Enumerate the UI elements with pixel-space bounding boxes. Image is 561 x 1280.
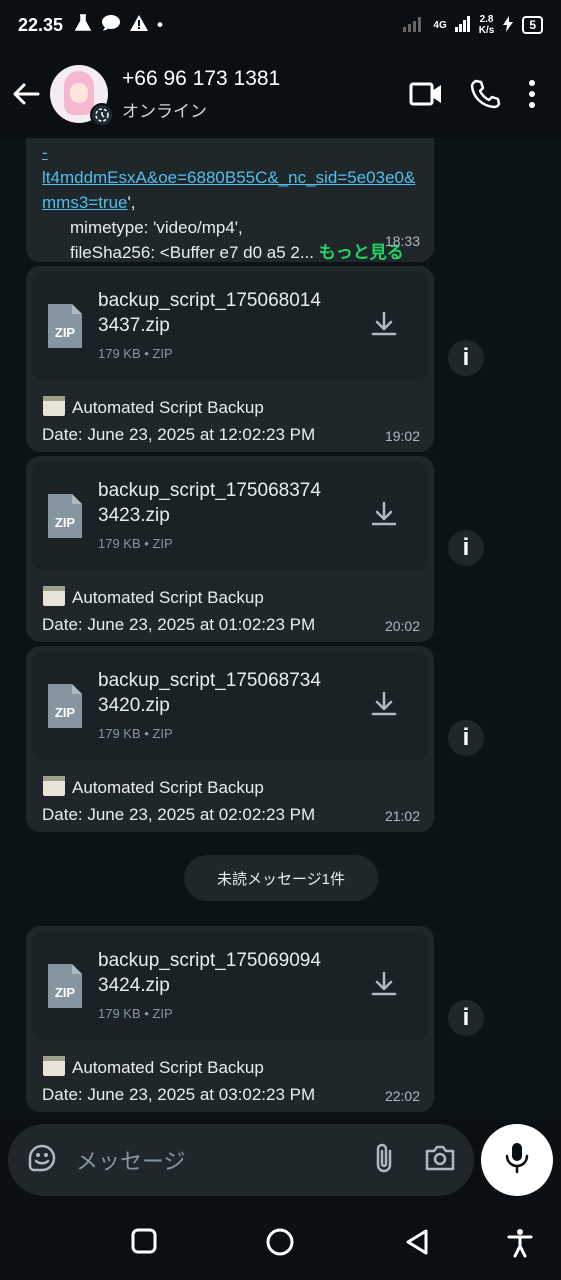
attachment-icon[interactable] (372, 1141, 396, 1180)
home-icon[interactable] (266, 1228, 294, 1261)
phone-call-icon[interactable] (469, 78, 501, 110)
zip-file-icon: ZIP (46, 962, 84, 1010)
unread-messages-divider: 未読メッセージ1件 (184, 855, 378, 901)
file-meta: 179 KB • ZIP (98, 1006, 173, 1021)
message-line: fileSha256: <Buffer e7 d0 a5 2... もっと見る (70, 243, 404, 262)
download-icon[interactable] (370, 500, 398, 533)
recent-apps-icon[interactable] (131, 1228, 157, 1259)
contact-info[interactable]: +66 96 173 1381 オンライン (122, 67, 409, 122)
video-call-icon[interactable] (409, 81, 443, 107)
svg-text:ZIP: ZIP (55, 325, 76, 340)
status-bar: 22.35 • 4G 2.8 K/s 5 (0, 0, 561, 50)
file-meta: 179 KB • ZIP (98, 536, 173, 551)
message-bubble-text[interactable]: -lt4mddmEsxA&oe=6880B55C&_nc_sid=5e03e0&… (26, 138, 434, 262)
back-arrow-icon[interactable] (10, 78, 42, 110)
calendar-icon (42, 395, 66, 417)
status-time: 22.35 (18, 14, 64, 35)
file-message[interactable]: ZIP backup_script_175068374 3423.zip 179… (26, 456, 434, 642)
microphone-icon (505, 1141, 529, 1180)
accessibility-icon[interactable] (507, 1228, 533, 1263)
warning-icon (129, 14, 149, 37)
file-caption: Automated Script Backup Date: June 23, 2… (32, 570, 428, 638)
dot-icon: • (157, 15, 163, 34)
chat-header: +66 96 173 1381 オンライン (0, 50, 561, 138)
zip-file-icon: ZIP (46, 302, 84, 350)
contact-status: オンライン (122, 101, 207, 121)
calendar-icon (42, 775, 66, 797)
file-card[interactable]: ZIP backup_script_175068374 3423.zip 179… (32, 462, 428, 570)
svg-text:ZIP: ZIP (55, 985, 76, 1000)
message-time: 20:02 (384, 618, 420, 634)
contact-name: +66 96 173 1381 (122, 66, 281, 90)
signal-icon-2 (454, 15, 471, 35)
download-icon[interactable] (370, 310, 398, 343)
emoji-sticker-icon[interactable] (26, 1142, 58, 1179)
file-meta: 179 KB • ZIP (98, 726, 173, 741)
file-caption: Automated Script Backup Date: June 23, 2… (32, 760, 428, 828)
message-time: 19:02 (384, 428, 420, 444)
zip-file-icon: ZIP (46, 492, 84, 540)
file-message[interactable]: ZIP backup_script_175069094 3424.zip 179… (26, 926, 434, 1112)
file-message[interactable]: ZIP backup_script_175068734 3420.zip 179… (26, 646, 434, 832)
chat-area[interactable]: -lt4mddmEsxA&oe=6880B55C&_nc_sid=5e03e0&… (0, 138, 561, 1120)
download-icon[interactable] (370, 970, 398, 1003)
svg-text:ZIP: ZIP (55, 705, 76, 720)
message-time: 18:33 (384, 233, 420, 249)
message-link-cont[interactable]: mms3=true (42, 193, 128, 212)
file-card[interactable]: ZIP backup_script_175068014 3437.zip 179… (32, 272, 428, 380)
file-caption: Automated Script Backup Date: June 23, 2… (32, 1040, 428, 1108)
voice-message-button[interactable] (481, 1124, 553, 1196)
charging-icon (502, 15, 514, 35)
avatar[interactable] (50, 65, 114, 127)
message-input[interactable]: メッセージ (76, 1144, 344, 1176)
flask-icon (73, 13, 93, 37)
message-time: 22:02 (384, 1088, 420, 1104)
info-button[interactable]: i (448, 1000, 484, 1036)
signal-icon (403, 16, 425, 35)
file-card[interactable]: ZIP backup_script_175068734 3420.zip 179… (32, 652, 428, 760)
zip-file-icon: ZIP (46, 682, 84, 730)
system-navigation-bar (0, 1204, 561, 1280)
battery-indicator: 5 (522, 16, 543, 34)
info-button[interactable]: i (448, 340, 484, 376)
calendar-icon (42, 585, 66, 607)
svg-text:ZIP: ZIP (55, 515, 76, 530)
more-options-icon[interactable] (527, 79, 537, 109)
message-line: mimetype: 'video/mp4', (70, 218, 243, 237)
file-message[interactable]: ZIP backup_script_175068014 3437.zip 179… (26, 266, 434, 452)
download-icon[interactable] (370, 690, 398, 723)
message-input-bar: メッセージ (8, 1124, 474, 1196)
message-time: 21:02 (384, 808, 420, 824)
calendar-icon (42, 1055, 66, 1077)
camera-icon[interactable] (424, 1144, 456, 1177)
file-card[interactable]: ZIP backup_script_175069094 3424.zip 179… (32, 932, 428, 1040)
info-button[interactable]: i (448, 530, 484, 566)
back-nav-icon[interactable] (404, 1228, 430, 1261)
message-link[interactable]: -lt4mddmEsxA&oe=6880B55C&_nc_sid=5e03e0& (42, 143, 415, 187)
network-speed: 2.8 K/s (478, 14, 495, 36)
file-meta: 179 KB • ZIP (98, 346, 173, 361)
chat-notification-icon (101, 14, 121, 37)
file-caption: Automated Script Backup Date: June 23, 2… (32, 380, 428, 448)
network-type: 4G (433, 19, 447, 31)
info-button[interactable]: i (448, 720, 484, 756)
status-clock-icon (90, 103, 114, 127)
